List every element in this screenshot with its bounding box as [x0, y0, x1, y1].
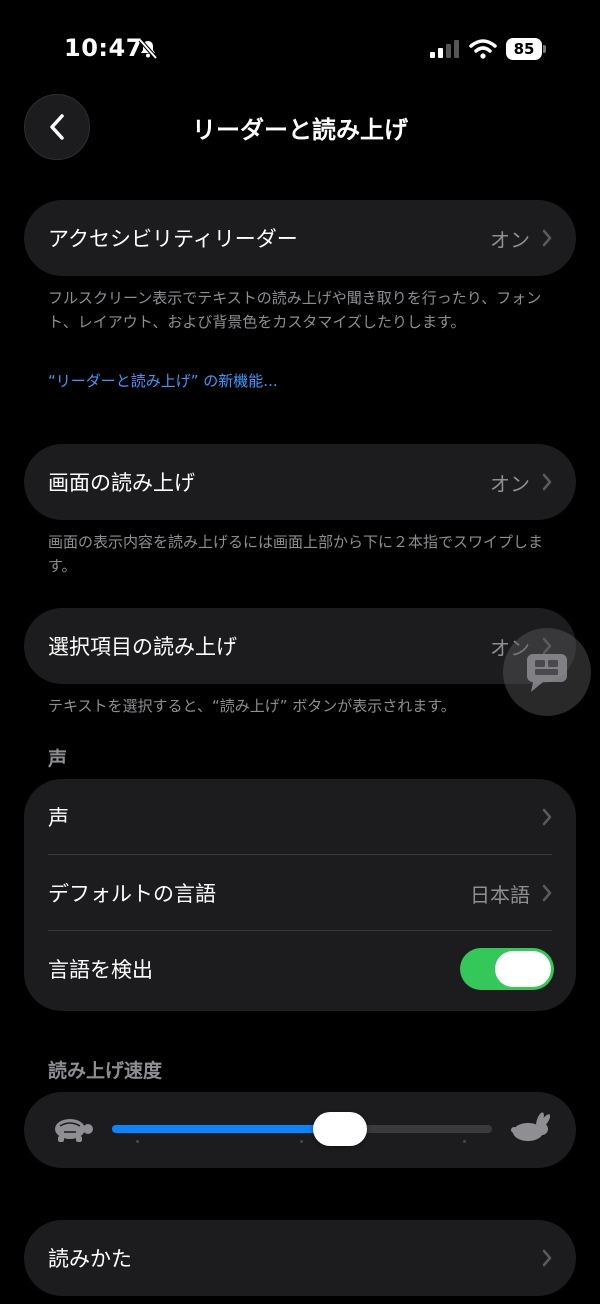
chevron-right-icon [542, 808, 552, 826]
speaking-rate-track[interactable] [112, 1125, 492, 1133]
voice-card: 声 デフォルトの言語 日本語 言語を検出 [24, 779, 576, 1011]
chevron-right-icon [542, 229, 552, 247]
accessibility-reader-label: アクセシビリティリーダー [48, 227, 298, 251]
accessibility-reader-footnote: フルスクリーン表示でテキストの読み上げや聞き取りを行ったり、フォント、レイアウト… [48, 289, 542, 331]
speak-selection-card: 選択項目の読み上げ オン [24, 608, 576, 684]
accessibility-reader-value: オン [490, 227, 530, 252]
detect-language-row: 言語を検出 [24, 931, 576, 1007]
cellular-signal-icon [430, 40, 459, 58]
chevron-right-icon [542, 1249, 552, 1267]
speaking-rate-slider-card [24, 1092, 576, 1168]
accessibility-reader-row[interactable]: アクセシビリティリーダー オン [24, 200, 576, 276]
rate-tick [463, 1140, 466, 1143]
status-time: 10:47 [64, 34, 143, 62]
speak-screen-label: 画面の読み上げ [48, 471, 195, 495]
floating-speech-button[interactable] [503, 628, 591, 716]
accessibility-reader-card: アクセシビリティリーダー オン [24, 200, 576, 276]
pronunciation-label: 読みかた [48, 1247, 132, 1271]
chevron-right-icon [542, 473, 552, 491]
status-bar: 10:47 85 [0, 0, 600, 90]
speak-screen-footnote: 画面の表示内容を読み上げるには画面上部から下に２本指でスワイプします。 [48, 533, 544, 575]
voice-label: 声 [48, 806, 69, 830]
rate-tick [300, 1140, 303, 1143]
voice-section-header: 声 [48, 748, 68, 770]
detect-language-label: 言語を検出 [48, 958, 153, 982]
speak-selection-label: 選択項目の読み上げ [48, 635, 237, 659]
speech-bubble-icon [527, 654, 567, 692]
speak-selection-row[interactable]: 選択項目の読み上げ オン [24, 608, 576, 684]
pronunciation-card: 読みかた [24, 1220, 576, 1296]
speak-screen-row[interactable]: 画面の読み上げ オン [24, 444, 576, 520]
voice-row[interactable]: 声 [24, 779, 576, 855]
speaking-rate-knob[interactable] [313, 1112, 367, 1146]
battery-icon: 85 [506, 38, 546, 60]
default-language-row[interactable]: デフォルトの言語 日本語 [24, 855, 576, 931]
speak-screen-value: オン [490, 471, 530, 496]
speak-selection-footnote: テキストを選択すると、“読み上げ” ボタンが表示されます。 [48, 697, 456, 715]
turtle-icon [55, 1119, 93, 1142]
chevron-right-icon [542, 884, 552, 902]
detect-language-toggle[interactable] [460, 948, 554, 990]
default-language-label: デフォルトの言語 [48, 882, 216, 906]
wifi-icon [469, 39, 497, 59]
default-language-value: 日本語 [470, 882, 530, 907]
whats-new-link[interactable]: “リーダーと読み上げ” の新機能... [48, 370, 278, 391]
page-title: リーダーと読み上げ [192, 116, 408, 144]
speak-screen-card: 画面の読み上げ オン [24, 444, 576, 520]
speaking-rate-header: 読み上げ速度 [48, 1060, 163, 1082]
battery-level: 85 [506, 38, 542, 60]
bell-slash-icon [138, 38, 158, 60]
rabbit-icon [511, 1112, 550, 1141]
pronunciation-row[interactable]: 読みかた [24, 1220, 576, 1296]
speaking-rate-fill [112, 1125, 340, 1133]
rate-tick [136, 1140, 139, 1143]
